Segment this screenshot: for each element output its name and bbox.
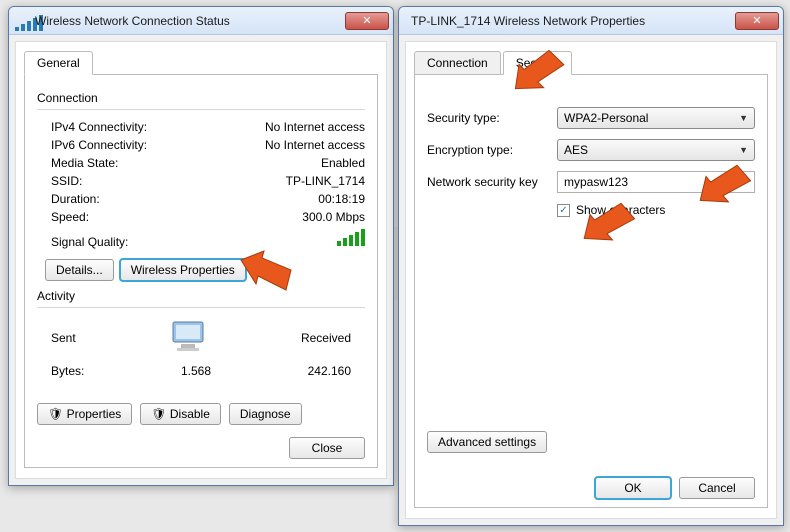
sigq-value — [201, 228, 365, 249]
ipv4-value: No Internet access — [201, 120, 365, 134]
ipv6-label: IPv6 Connectivity: — [51, 138, 201, 152]
ssid-label: SSID: — [51, 174, 201, 188]
group-connection: Connection — [37, 91, 365, 105]
bytes-label: Bytes: — [51, 364, 111, 378]
media-label: Media State: — [51, 156, 201, 170]
show-characters-label: Show characters — [576, 203, 665, 217]
wireless-properties-button[interactable]: Wireless Properties — [120, 259, 246, 281]
details-button[interactable]: Details... — [45, 259, 114, 281]
bytes-sent: 1.568 — [131, 364, 211, 378]
status-dialog: Wireless Network Connection Status ✕ Gen… — [8, 6, 394, 486]
disable-button[interactable]: 🛡 Disable — [140, 403, 221, 425]
chevron-down-icon: ▼ — [739, 145, 748, 155]
tab-general[interactable]: General — [24, 51, 93, 75]
tab-connection[interactable]: Connection — [414, 51, 501, 75]
tab-security[interactable]: Security — [503, 51, 572, 75]
computer-icon — [163, 320, 213, 356]
duration-value: 00:18:19 — [201, 192, 365, 206]
diagnose-button[interactable]: Diagnose — [229, 403, 302, 425]
close-icon[interactable]: ✕ — [735, 12, 779, 30]
speed-value: 300.0 Mbps — [201, 210, 365, 224]
received-label: Received — [301, 331, 351, 345]
security-type-label: Security type: — [427, 111, 557, 125]
security-key-label: Network security key — [427, 175, 557, 189]
close-button[interactable]: Close — [289, 437, 365, 459]
duration-label: Duration: — [51, 192, 201, 206]
properties-button[interactable]: 🛡 Properties — [37, 403, 132, 425]
signal-icon — [15, 13, 31, 29]
encryption-type-combo[interactable]: AES▼ — [557, 139, 755, 161]
close-icon[interactable]: ✕ — [345, 12, 389, 30]
show-characters-checkbox[interactable]: ✓ — [557, 204, 570, 217]
security-key-input[interactable]: mypasw123 — [557, 171, 755, 193]
ssid-value: TP-LINK_1714 — [201, 174, 365, 188]
advanced-settings-button[interactable]: Advanced settings — [427, 431, 547, 453]
chevron-down-icon: ▼ — [739, 113, 748, 123]
dialog-title: TP-LINK_1714 Wireless Network Properties — [405, 14, 735, 28]
titlebar: TP-LINK_1714 Wireless Network Properties… — [399, 7, 783, 35]
ok-button[interactable]: OK — [595, 477, 671, 499]
sigq-label: Signal Quality: — [51, 235, 201, 249]
titlebar: Wireless Network Connection Status ✕ — [9, 7, 393, 35]
bytes-recv: 242.160 — [271, 364, 351, 378]
sent-label: Sent — [51, 331, 76, 345]
ipv6-value: No Internet access — [201, 138, 365, 152]
cancel-button[interactable]: Cancel — [679, 477, 755, 499]
dialog-title: Wireless Network Connection Status — [35, 14, 345, 28]
security-type-combo[interactable]: WPA2-Personal▼ — [557, 107, 755, 129]
properties-dialog: TP-LINK_1714 Wireless Network Properties… — [398, 6, 784, 526]
group-activity: Activity — [37, 289, 365, 303]
media-value: Enabled — [201, 156, 365, 170]
encryption-type-label: Encryption type: — [427, 143, 557, 157]
ipv4-label: IPv4 Connectivity: — [51, 120, 201, 134]
speed-label: Speed: — [51, 210, 201, 224]
